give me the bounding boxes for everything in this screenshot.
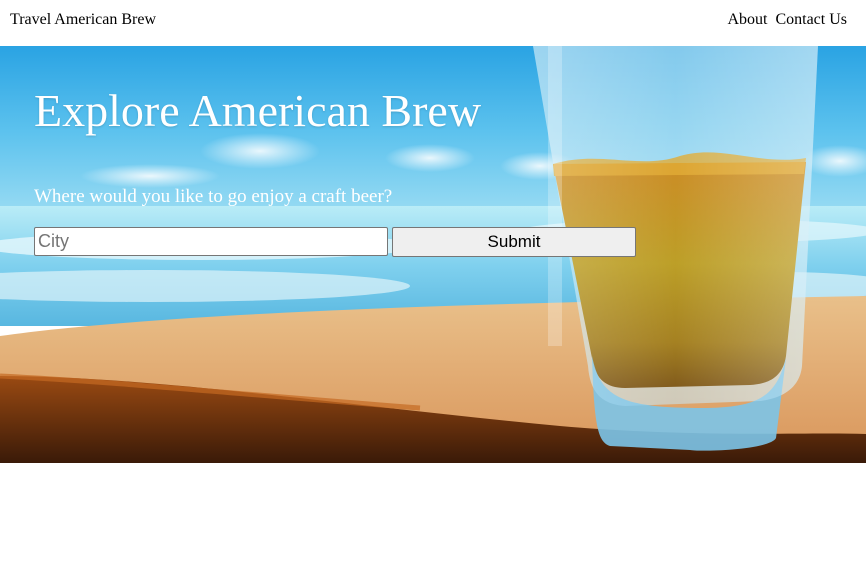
hero-title: Explore American Brew <box>34 85 482 136</box>
nav-about-link[interactable]: About <box>727 11 767 28</box>
brand-link[interactable]: Travel American Brew <box>10 11 156 29</box>
city-search-input[interactable] <box>34 227 388 256</box>
nav-contact-link[interactable]: Contact Us <box>775 11 847 28</box>
top-nav-bar: Travel American Brew About Contact Us <box>0 0 866 46</box>
hero-section: Explore American Brew Where would you li… <box>0 46 866 463</box>
nav-links: About Contact Us <box>723 11 847 29</box>
submit-button[interactable]: Submit <box>392 227 636 257</box>
hero-subtitle: Where would you like to go enjoy a craft… <box>34 186 393 207</box>
